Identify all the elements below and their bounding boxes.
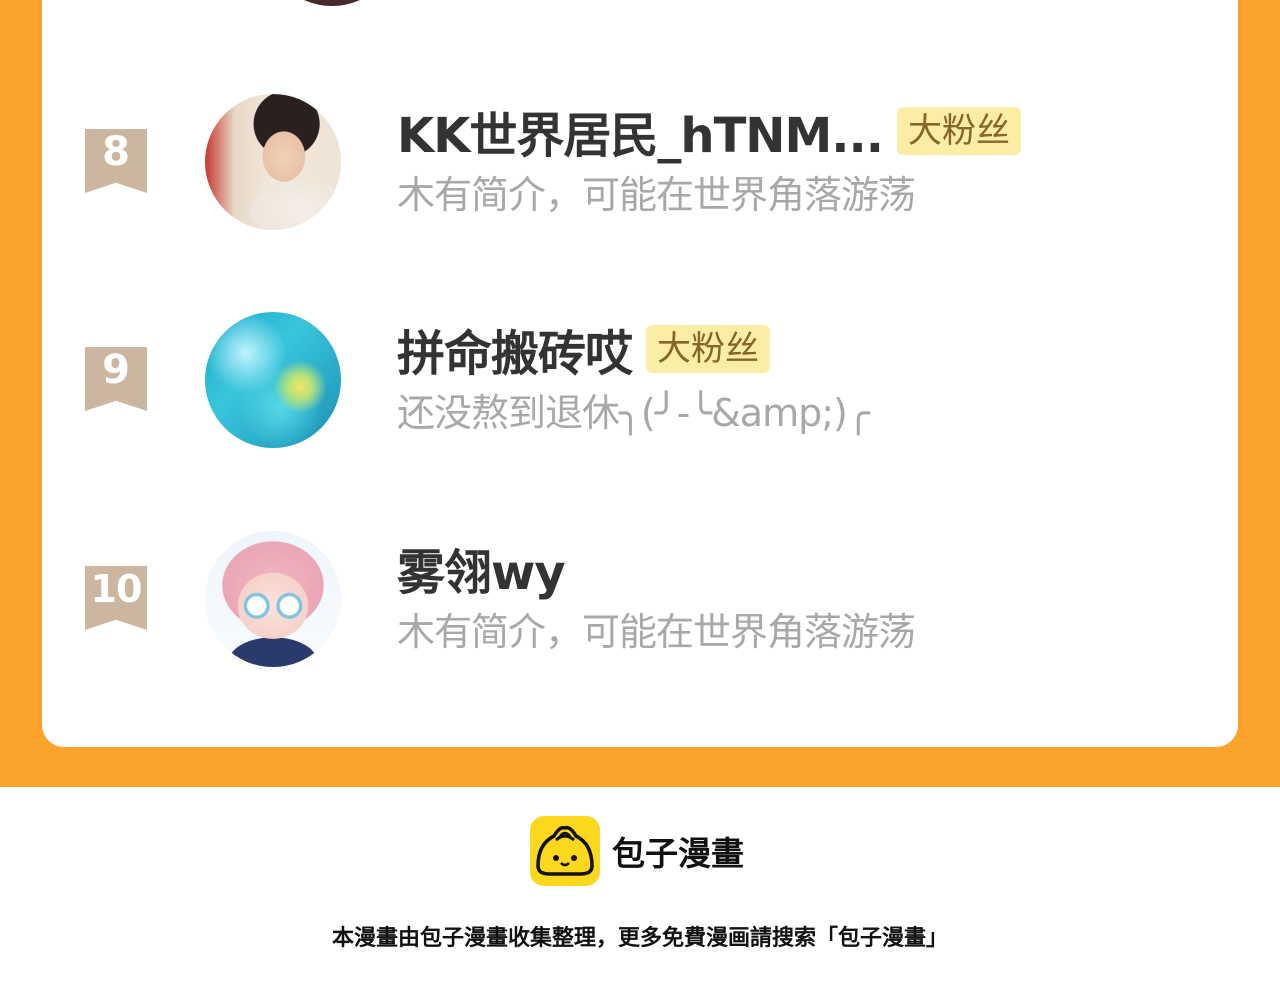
ranking-row[interactable]: 8 KK世界居民_hTNM... 大粉丝 木有简介，可能在世界角落游荡 (42, 92, 1238, 232)
user-name-line: 雾翎wy (397, 533, 566, 603)
user-avatar[interactable] (205, 531, 341, 667)
user-bio: 还没熬到退休╮(╯-╰&amp;)╭ (397, 391, 870, 435)
brand-name: 包子漫畫 (612, 834, 744, 873)
user-name-line: 拼命搬砖哎 大粉丝 (397, 314, 771, 384)
rank-ribbon: 8 (85, 129, 147, 193)
fan-ranking-card: 8 KK世界居民_hTNM... 大粉丝 木有简介，可能在世界角落游荡 9 拼命… (42, 0, 1238, 747)
user-name[interactable]: 拼命搬砖哎 (397, 314, 633, 384)
user-name[interactable]: 雾翎wy (397, 533, 566, 603)
rank-ribbon: 10 (85, 566, 147, 630)
bun-logo-icon (530, 816, 600, 886)
user-avatar[interactable] (205, 94, 341, 230)
user-avatar[interactable] (205, 312, 341, 448)
user-name[interactable]: KK世界居民_hTNM... (397, 96, 884, 166)
ranking-row[interactable]: 9 拼命搬砖哎 大粉丝 还没熬到退休╮(╯-╰&amp;)╭ (42, 310, 1238, 450)
rank-ribbon: 9 (85, 347, 147, 411)
footer-brand[interactable]: 包子漫畫 (530, 816, 744, 886)
user-bio: 木有简介，可能在世界角落游荡 (397, 610, 916, 654)
fan-level-badge: 大粉丝 (896, 107, 1021, 155)
user-bio: 木有简介，可能在世界角落游荡 (397, 173, 916, 217)
user-name-line: KK世界居民_hTNM... 大粉丝 (397, 96, 1021, 166)
previous-user-avatar[interactable] (264, 0, 400, 6)
ranking-row[interactable]: 10 雾翎wy 木有简介，可能在世界角落游荡 (42, 529, 1238, 669)
fan-level-badge: 大粉丝 (646, 325, 771, 373)
footer-note: 本漫畫由包子漫畫收集整理，更多免費漫画請搜索「包子漫畫」 (331, 926, 948, 951)
